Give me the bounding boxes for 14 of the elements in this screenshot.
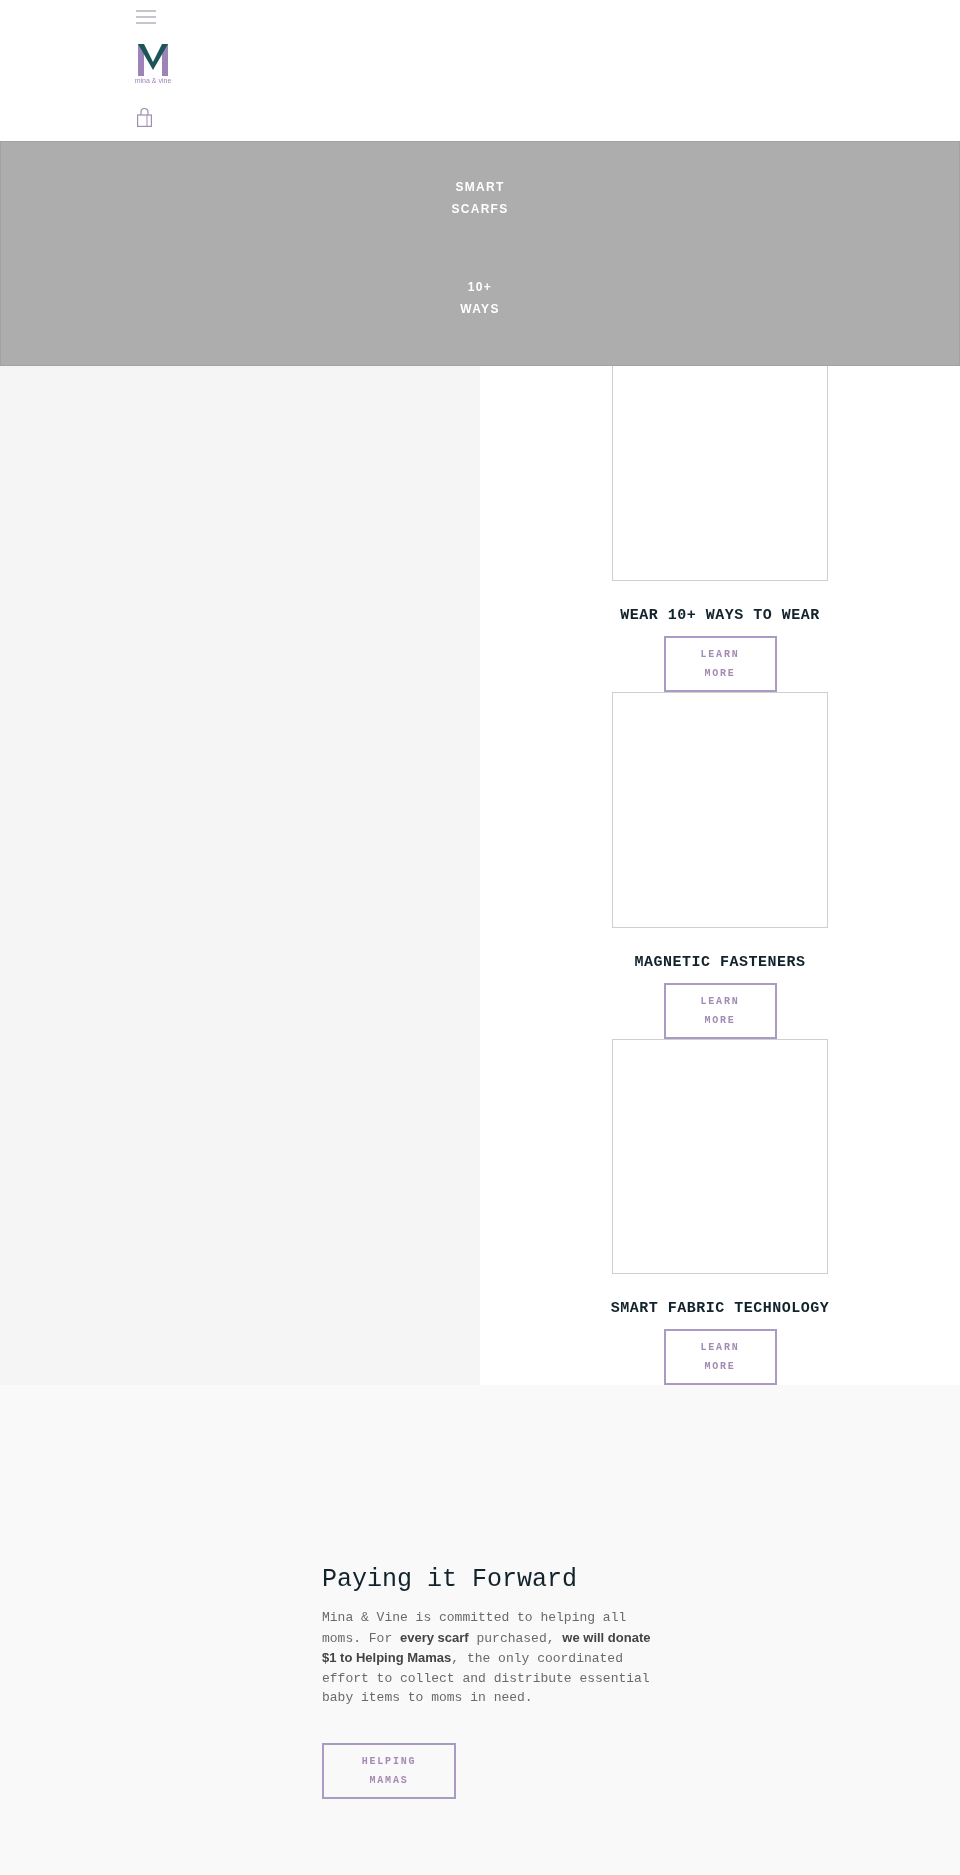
learn-more-button[interactable]: LEARN MORE: [663, 982, 777, 1039]
section-title: Paying it Forward: [322, 1565, 578, 1594]
menu-icon[interactable]: [136, 10, 156, 24]
feature-heading: SMART FABRIC TECHNOLOGY: [610, 1300, 830, 1318]
logo-icon[interactable]: [137, 44, 169, 76]
feature-heading: WEAR 10+ WAYS TO WEAR: [620, 607, 820, 625]
helping-mamas-button[interactable]: HELPING MAMAS: [322, 1742, 456, 1799]
hero-text: SMART SCARFS: [451, 179, 509, 218]
hero-text: 10+ WAYS: [460, 279, 500, 318]
shopping-bag-icon[interactable]: [137, 108, 152, 127]
learn-more-button[interactable]: LEARN MORE: [663, 636, 777, 693]
mission-paragraph: Mina & Vine is committed to helping all moms. For every scarf purchased, we will donate $1 to Helping Mamas, the only coordinated effort to collect and distribute essential baby items to moms in need.: [322, 1609, 652, 1707]
learn-more-button[interactable]: LEARN MORE: [663, 1329, 777, 1385]
feature-heading: MAGNETIC FASTENERS: [634, 953, 806, 971]
